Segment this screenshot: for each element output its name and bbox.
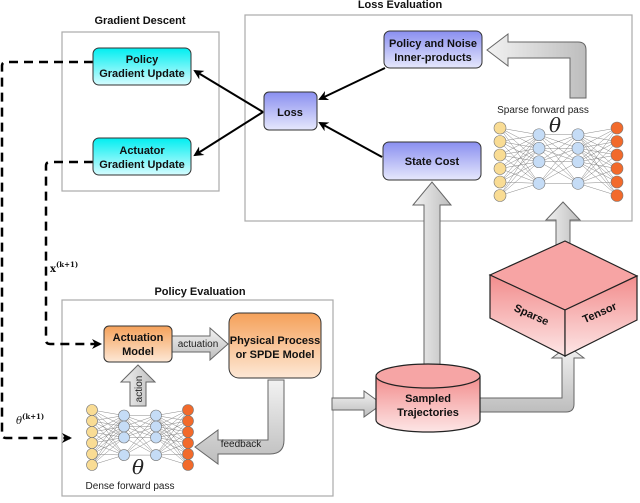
nn-input-node [493, 162, 507, 175]
svg-text:Policy: Policy [126, 54, 159, 66]
svg-text:Actuation: Actuation [113, 332, 164, 344]
feedback-arrow [194, 379, 285, 465]
nn-hidden-node [532, 177, 546, 190]
svg-text:Policy and Noise: Policy and Noise [389, 38, 477, 50]
nn-output-node [610, 121, 624, 135]
svg-text:Sampled: Sampled [405, 393, 451, 405]
trajectories-to-state-cost-arrow [411, 181, 453, 376]
nn-hidden-node [118, 409, 130, 422]
nn-input-node [86, 459, 98, 471]
inner-products-to-loss-arrow [318, 67, 386, 101]
nn-hidden-node [118, 449, 130, 461]
svg-text:Loss: Loss [277, 107, 303, 119]
nn-output-node [182, 437, 194, 449]
nn-input-node [86, 426, 98, 438]
nn-hidden-node [571, 141, 585, 155]
nn-input-node [493, 175, 507, 189]
nn-input-node [493, 135, 507, 148]
gradient-descent-title: Gradient Descent [94, 15, 185, 27]
state-cost-to-loss-arrow [318, 122, 383, 158]
nn-output-node [610, 189, 624, 202]
svg-text:Model: Model [122, 346, 154, 358]
trajectories-to-tensor-arrow [477, 345, 586, 413]
nn-input-node [86, 404, 98, 416]
svg-text:Physical Process: Physical Process [230, 335, 321, 347]
sparse-theta-label: θ [549, 113, 561, 137]
nn-hidden-node [118, 431, 130, 444]
nn-output-node [182, 448, 194, 460]
action-label: action [134, 376, 145, 403]
nn-hidden-node [532, 155, 546, 169]
nn-hidden-node [571, 177, 585, 190]
nn-hidden-node [532, 128, 546, 142]
tensor-to-sparse-arrow [544, 201, 582, 247]
svg-text:Gradient Update: Gradient Update [99, 159, 185, 171]
nn-output-node [610, 162, 624, 175]
nn-hidden-node [150, 420, 162, 433]
policy-noise-inner-products-node: Policy and Noise Inner-products [383, 30, 483, 69]
nn-hidden-node [571, 128, 585, 142]
svg-text:Inner-products: Inner-products [394, 52, 472, 64]
actuator-gradient-update-node: Actuator Gradient Update [92, 137, 192, 176]
loss-evaluation-title: Loss Evaluation [358, 0, 443, 11]
physical-process-node: Physical Process or SPDE Model [228, 312, 322, 379]
nn-edge [499, 134, 540, 156]
nn-output-node [610, 175, 624, 189]
x-update-label: x(k+1) [50, 260, 78, 275]
sampled-trajectories-node: Sampled Trajectories [375, 363, 481, 433]
nn-output-node [610, 148, 624, 162]
nn-output-node [610, 135, 624, 148]
nn-input-node [86, 448, 98, 460]
nn-output-node [182, 426, 194, 438]
nn-output-node [182, 459, 194, 471]
state-cost-node: State Cost [382, 141, 482, 181]
sparse-forward-pass-label: Sparse forward pass [497, 105, 589, 116]
nn-hidden-node [150, 431, 162, 444]
nn-hidden-node [532, 141, 546, 155]
policy-evaluation-title: Policy Evaluation [154, 286, 245, 298]
nn-hidden-node [150, 449, 162, 461]
svg-text:Gradient Update: Gradient Update [99, 68, 185, 80]
nn-input-node [493, 121, 507, 135]
nn-input-node [86, 437, 98, 449]
svg-text:or SPDE Model: or SPDE Model [236, 349, 315, 361]
nn-input-node [86, 415, 98, 427]
nn-output-node [182, 404, 194, 416]
loss-to-actuator-update-arrow [193, 111, 264, 157]
nn-edge [499, 134, 540, 196]
theta-update-label: θ(k+1) [16, 412, 44, 427]
svg-text:Actuator: Actuator [119, 145, 165, 157]
svg-text:Trajectories: Trajectories [397, 407, 459, 419]
nn-edge [577, 127, 618, 149]
actuation-label: actuation [178, 339, 219, 350]
sparse-to-inner-products-arrow [486, 32, 587, 99]
sparse-tensor-node: Sparse Tensor [488, 240, 639, 357]
policy-eval-to-trajectories-arrow [331, 390, 383, 418]
nn-input-node [493, 189, 507, 202]
dense-forward-pass-label: Dense forward pass [86, 481, 175, 492]
diagram: Gradient Descent Loss Evaluation Policy … [0, 0, 639, 497]
actuation-model-node: Actuation Model [103, 325, 173, 363]
dense-theta-label: θ [132, 455, 144, 479]
loss-to-policy-update-arrow [193, 69, 264, 113]
nn-hidden-node [150, 409, 162, 422]
nn-output-node [182, 415, 194, 427]
x-update-dashed-line [44, 160, 102, 349]
nn-input-node [493, 148, 507, 162]
loss-node: Loss [263, 91, 318, 131]
nn-hidden-node [571, 155, 585, 169]
nn-hidden-node [118, 420, 130, 433]
feedback-label: feedback [221, 439, 263, 450]
theta-update-dashed-line [0, 60, 93, 443]
svg-text:State Cost: State Cost [405, 156, 460, 168]
policy-gradient-update-node: Policy Gradient Update [92, 47, 192, 86]
